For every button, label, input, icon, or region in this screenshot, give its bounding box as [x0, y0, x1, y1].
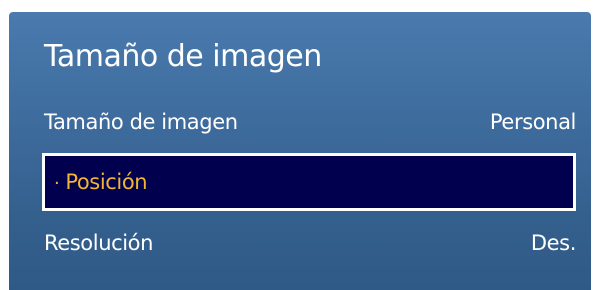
- menu-item-label: · Posición: [54, 170, 148, 194]
- menu-item-label: Tamaño de imagen: [44, 110, 238, 134]
- menu-item-position[interactable]: · Posición: [42, 153, 576, 211]
- menu-item-label: Resolución: [44, 231, 154, 255]
- menu-item-value: Des.: [530, 231, 577, 255]
- menu-item-value: Personal: [489, 110, 576, 134]
- menu-item-picture-size[interactable]: Tamaño de imagen Personal: [44, 95, 576, 149]
- picture-size-menu: Tamaño de imagen Tamaño de imagen Person…: [9, 12, 591, 290]
- menu-item-label-text: Posición: [65, 170, 148, 194]
- menu-title: Tamaño de imagen: [44, 39, 322, 74]
- menu-item-resolution[interactable]: Resolución Des.: [44, 216, 576, 270]
- bullet-icon: ·: [54, 173, 60, 194]
